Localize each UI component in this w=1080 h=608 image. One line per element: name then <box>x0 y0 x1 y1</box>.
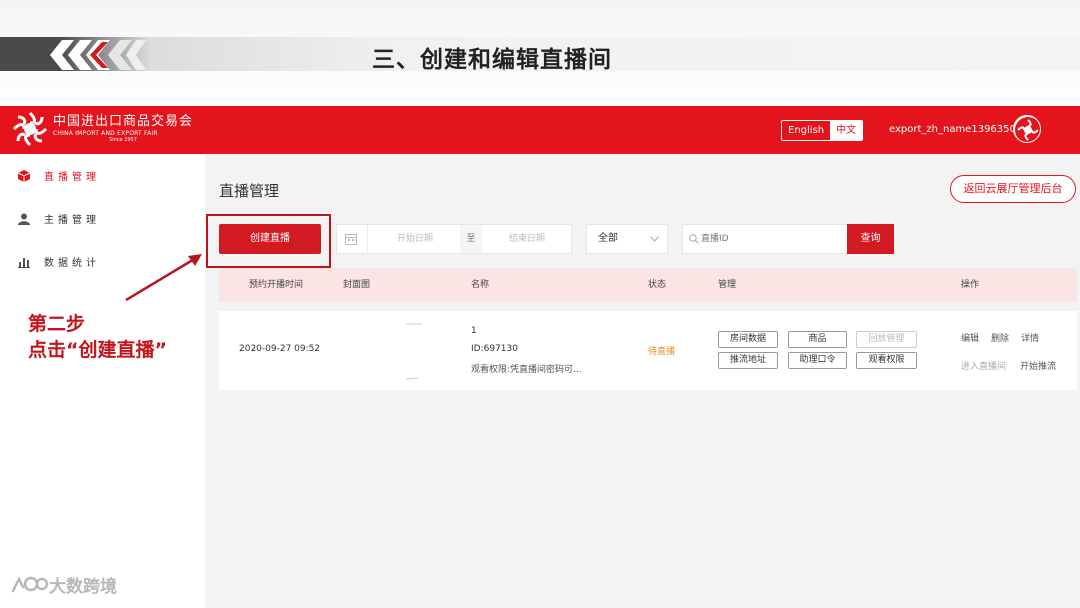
table-row: 2020-09-27 09:52 1 ID:697130 观看权限:凭直播间密码… <box>219 311 1077 390</box>
live-id: ID:697130 <box>471 344 518 354</box>
back-to-showroom-button[interactable]: 返回云展厅管理后台 <box>950 175 1076 203</box>
view-permission-button[interactable]: 观看权限 <box>856 352 917 369</box>
lang-english-button[interactable]: English <box>782 121 830 140</box>
column-manage: 管理 <box>718 280 737 290</box>
lang-chinese-button[interactable]: 中文 <box>830 121 863 140</box>
cover-image <box>405 323 422 380</box>
column-status: 状态 <box>648 280 667 290</box>
room-data-button[interactable]: 房间数据 <box>718 331 778 348</box>
watermark: 大数跨境 <box>9 572 117 597</box>
detail-link[interactable]: 详情 <box>1021 331 1039 344</box>
products-button[interactable]: 商品 <box>788 331 847 348</box>
sidebar-item-live-management[interactable]: 直播管理 <box>18 168 100 183</box>
status-select-value: 全部 <box>598 233 618 244</box>
user-icon <box>18 213 30 225</box>
canton-fair-logo-icon <box>12 111 48 147</box>
search-box[interactable] <box>682 224 848 254</box>
end-date-input[interactable]: 结束日期 <box>482 225 572 253</box>
logo-since: Since 1957 <box>109 137 137 143</box>
stream-url-button[interactable]: 推流地址 <box>718 352 778 369</box>
search-icon <box>689 234 699 244</box>
table-header: 预约开播时间 封面图 名称 状态 管理 操作 <box>219 268 1077 302</box>
live-id-search-input[interactable] <box>701 225 841 253</box>
assistant-code-button[interactable]: 助理口令 <box>788 352 847 369</box>
status-select[interactable]: 全部 <box>586 224 668 254</box>
sidebar-item-label: 直播管理 <box>44 172 100 183</box>
highlight-box <box>206 214 331 268</box>
column-name: 名称 <box>471 280 490 290</box>
step-annotation: 第二步 点击“创建直播” <box>28 311 167 363</box>
chevron-down-icon <box>650 236 659 242</box>
sidebar-item-statistics[interactable]: 数据统计 <box>18 254 100 269</box>
step-annotation-line1: 第二步 <box>28 313 86 335</box>
sidebar-item-label: 主播管理 <box>44 215 100 226</box>
edit-link[interactable]: 编辑 <box>961 331 979 344</box>
date-separator: 至 <box>460 225 482 253</box>
live-name: 1 <box>471 326 477 336</box>
chevron-decoration-icon <box>50 40 146 70</box>
annotation-arrow-icon <box>125 254 202 302</box>
cube-icon <box>18 169 30 182</box>
start-stream-link[interactable]: 开始推流 <box>1020 359 1056 372</box>
query-button[interactable]: 查询 <box>847 224 894 254</box>
status-badge: 待直播 <box>648 347 676 357</box>
column-scheduled-time: 预约开播时间 <box>249 280 304 290</box>
sidebar-item-anchor-management[interactable]: 主播管理 <box>18 211 100 226</box>
step-annotation-line2: 点击“创建直播” <box>28 339 167 361</box>
sidebar-item-label: 数据统计 <box>44 258 100 269</box>
column-cover: 封面图 <box>343 280 371 290</box>
view-permission-text: 观看权限:凭直播间密码可... <box>471 365 582 375</box>
column-actions: 操作 <box>961 280 980 290</box>
calendar-icon <box>345 234 357 245</box>
avatar[interactable] <box>1013 115 1041 143</box>
slide-title: 三、创建和编辑直播间 <box>372 47 612 73</box>
date-range-picker[interactable]: 开始日期 至 结束日期 <box>336 224 572 254</box>
page-title: 直播管理 <box>219 182 280 200</box>
watermark-logo-icon <box>11 575 49 592</box>
delete-link[interactable]: 删除 <box>991 331 1009 344</box>
start-date-input[interactable]: 开始日期 <box>367 225 463 253</box>
fair-logo[interactable]: 中国进出口商品交易会 CHINA IMPORT AND EXPORT FAIR … <box>12 111 193 147</box>
replay-management-button[interactable]: 回放管理 <box>856 331 917 348</box>
enter-live-room-link[interactable]: 进入直播间 <box>961 359 1006 372</box>
watermark-text: 大数跨境 <box>49 577 117 597</box>
language-switch: English 中文 <box>781 120 864 141</box>
logo-chinese-name: 中国进出口商品交易会 <box>53 114 194 129</box>
bar-chart-icon <box>18 257 30 268</box>
scheduled-time: 2020-09-27 09:52 <box>239 344 321 354</box>
